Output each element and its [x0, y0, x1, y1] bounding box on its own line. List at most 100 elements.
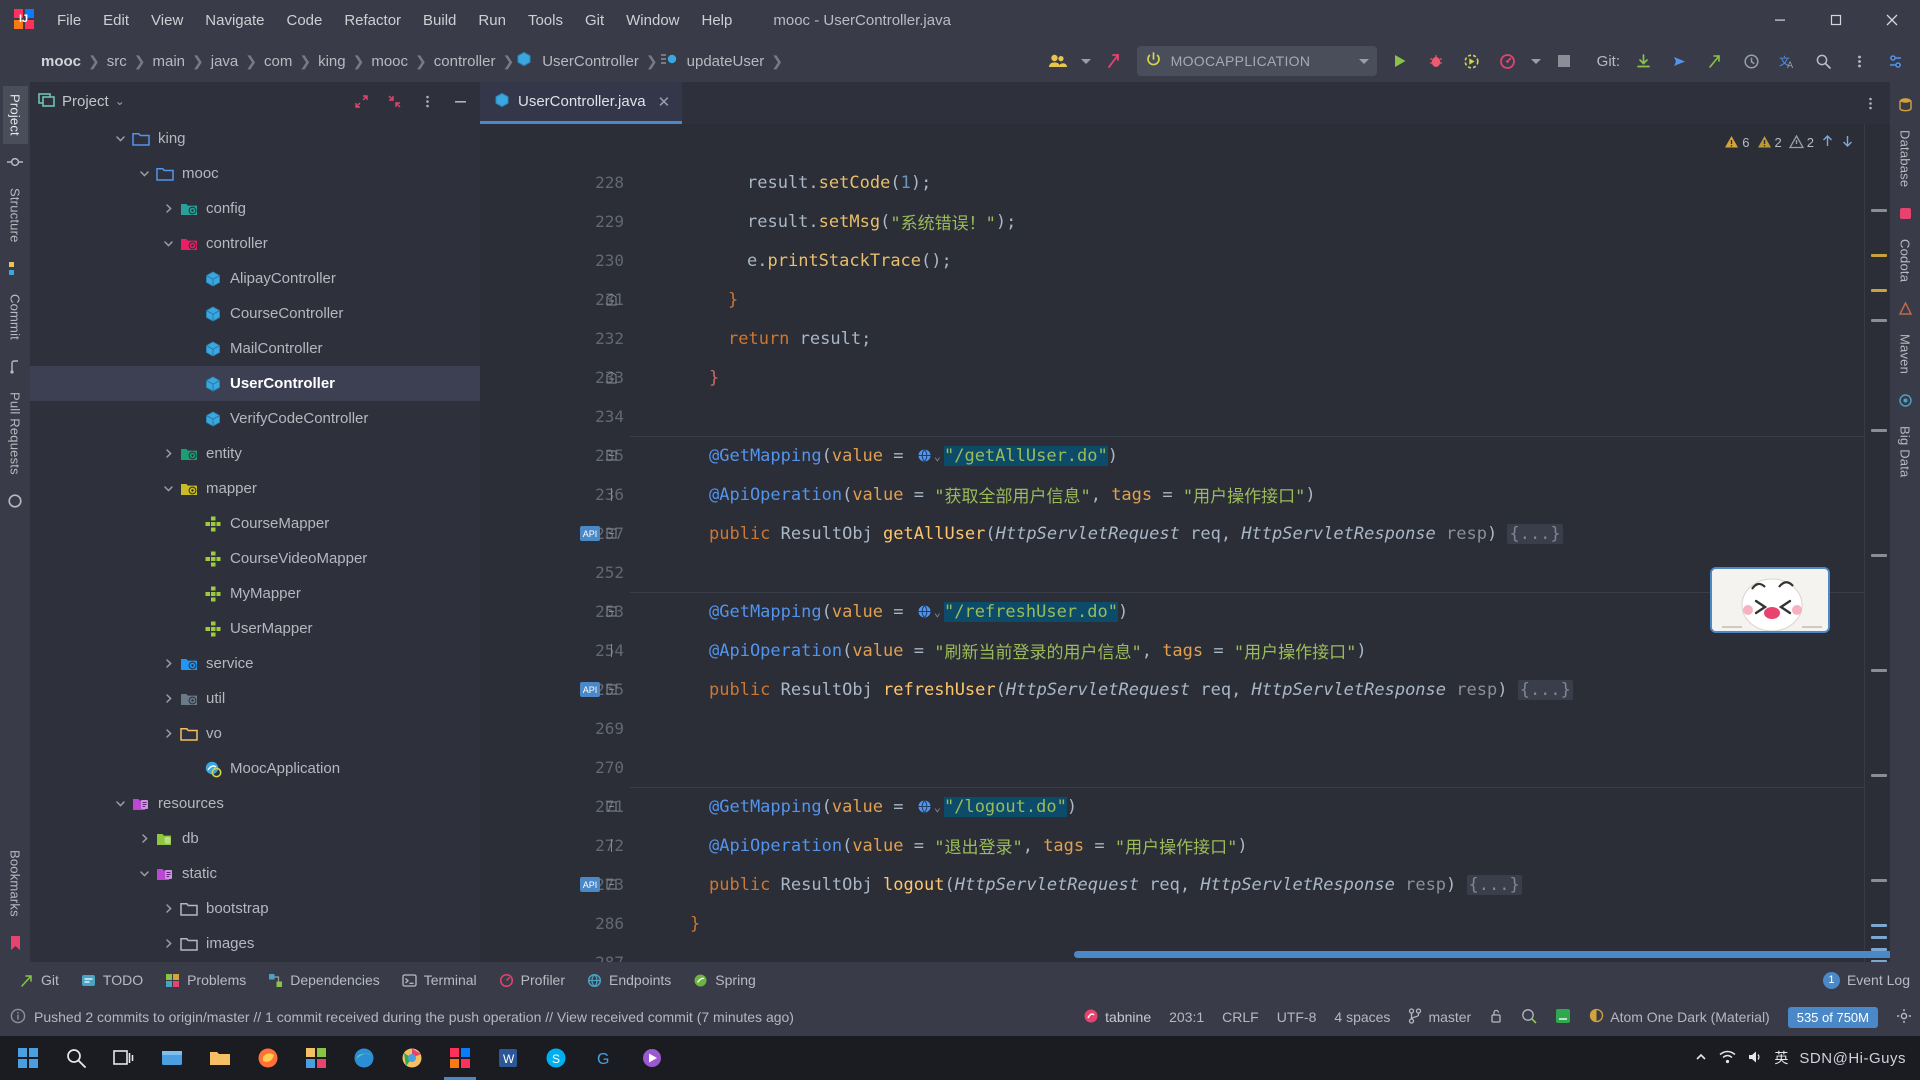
- task-view-icon[interactable]: [100, 1036, 148, 1080]
- tool-todo[interactable]: TODO: [72, 968, 152, 992]
- store-icon[interactable]: [292, 1036, 340, 1080]
- line-number[interactable]: 286: [480, 904, 630, 943]
- next-problem-icon[interactable]: [1841, 134, 1854, 151]
- code-line[interactable]: @GetMapping(value = ⌄ "/logout.do"): [630, 787, 1864, 826]
- translate-icon[interactable]: 文A: [1774, 48, 1800, 74]
- maximize-button[interactable]: [1808, 0, 1864, 40]
- settings-gear-icon[interactable]: [1882, 48, 1908, 74]
- line-number[interactable]: 287: [480, 943, 630, 962]
- sidebar-item-codota[interactable]: Codota: [1893, 231, 1918, 290]
- menu-help[interactable]: Help: [691, 8, 744, 33]
- api-endpoint-gutter-icon[interactable]: API: [580, 526, 600, 541]
- avatar-chevron-down-icon[interactable]: [1080, 58, 1091, 64]
- breadcrumb-updateuser[interactable]: updateUser: [682, 51, 770, 72]
- volume-icon[interactable]: [1747, 1050, 1763, 1067]
- code-line[interactable]: @ApiOperation(value = "刷新当前登录的用户信息", tag…: [630, 631, 1864, 670]
- bookmarks-rail-icon[interactable]: [4, 932, 26, 954]
- menu-refactor[interactable]: Refactor: [333, 8, 412, 33]
- profiler-icon[interactable]: [1495, 48, 1521, 74]
- tree-item-usercontroller[interactable]: UserController: [30, 366, 480, 401]
- branch-pointer-icon[interactable]: [1101, 48, 1127, 74]
- chevron-down-icon[interactable]: [134, 868, 154, 879]
- status-settings-icon[interactable]: [1896, 1008, 1912, 1027]
- api-endpoint-gutter-icon[interactable]: API: [580, 682, 600, 697]
- tabnine-mascot-overlay[interactable]: [1710, 567, 1830, 633]
- github-rail-icon[interactable]: [4, 490, 26, 512]
- code-line[interactable]: public ResultObj refreshUser(HttpServlet…: [630, 670, 1864, 709]
- editor-options-icon[interactable]: [1858, 91, 1882, 115]
- user-avatar-icon[interactable]: [1045, 48, 1071, 74]
- chevron-down-icon[interactable]: [158, 483, 178, 494]
- line-number[interactable]: 235: [480, 436, 630, 475]
- tree-item-coursecontroller[interactable]: CourseController: [30, 296, 480, 331]
- menu-build[interactable]: Build: [412, 8, 467, 33]
- url-mapping-globe-icon[interactable]: ⌄: [917, 604, 941, 619]
- chevron-right-icon[interactable]: [158, 658, 178, 669]
- tree-item-mymapper[interactable]: MyMapper: [30, 576, 480, 611]
- push-icon[interactable]: [1666, 48, 1692, 74]
- menu-file[interactable]: File: [46, 8, 92, 33]
- code-line[interactable]: }: [630, 280, 1864, 319]
- lock-icon[interactable]: [1489, 1008, 1503, 1027]
- code-fold-marker[interactable]: [605, 644, 618, 657]
- error-count[interactable]: 2: [1757, 135, 1782, 150]
- chevron-right-icon[interactable]: [158, 693, 178, 704]
- line-number[interactable]: 230: [480, 241, 630, 280]
- code-line[interactable]: @GetMapping(value = ⌄ "/refreshUser.do"): [630, 592, 1864, 631]
- chevron-right-icon[interactable]: [158, 448, 178, 459]
- line-number[interactable]: 229: [480, 202, 630, 241]
- run-with-coverage-icon[interactable]: [1459, 48, 1485, 74]
- tree-item-vo[interactable]: vo: [30, 716, 480, 751]
- code-line[interactable]: @GetMapping(value = ⌄ "/getAllUser.do"): [630, 436, 1864, 475]
- folder-icon[interactable]: [196, 1036, 244, 1080]
- commit-rail-icon[interactable]: [4, 151, 26, 173]
- git-branch-widget[interactable]: master: [1408, 1007, 1471, 1027]
- code-line[interactable]: }: [630, 904, 1864, 943]
- caret-position[interactable]: 203:1: [1169, 1009, 1204, 1025]
- code-line[interactable]: result. setCode(1);: [630, 163, 1864, 202]
- theme-widget[interactable]: Atom One Dark (Material): [1589, 1008, 1770, 1026]
- chevron-up-icon[interactable]: [1694, 1050, 1708, 1067]
- chevron-right-icon[interactable]: [158, 903, 178, 914]
- line-number[interactable]: 253: [480, 592, 630, 631]
- sidebar-item-maven[interactable]: Maven: [1893, 326, 1918, 382]
- line-number-gutter[interactable]: 227228229230231232233234235236237API2522…: [480, 124, 630, 962]
- run-icon[interactable]: [1387, 48, 1413, 74]
- tree-item-mapper[interactable]: mapper: [30, 471, 480, 506]
- project-scope-chevron-down-icon[interactable]: ⌄: [115, 94, 125, 108]
- line-number[interactable]: 273 API: [480, 865, 630, 904]
- warning-count[interactable]: 6: [1724, 135, 1750, 150]
- jetbrains-status-icon[interactable]: [1555, 1008, 1571, 1027]
- tree-item-alipaycontroller[interactable]: AlipayController: [30, 261, 480, 296]
- network-icon[interactable]: [1719, 1050, 1736, 1067]
- git-branch-icon[interactable]: [1702, 48, 1728, 74]
- expand-all-button[interactable]: [349, 89, 373, 113]
- line-number[interactable]: 269: [480, 709, 630, 748]
- breadcrumb-king[interactable]: king: [313, 51, 351, 72]
- tree-item-verifycodecontroller[interactable]: VerifyCodeController: [30, 401, 480, 436]
- code-fold-marker[interactable]: [605, 605, 618, 618]
- code-fold-marker[interactable]: [605, 488, 618, 501]
- line-separator[interactable]: CRLF: [1222, 1009, 1259, 1025]
- event-log-button[interactable]: 1 Event Log: [1822, 971, 1910, 989]
- code-line[interactable]: [630, 553, 1864, 592]
- tool-git[interactable]: Git: [10, 968, 68, 992]
- close-button[interactable]: [1864, 0, 1920, 40]
- chevron-right-icon[interactable]: [158, 938, 178, 949]
- line-number[interactable]: 255 API: [480, 670, 630, 709]
- line-number[interactable]: 234: [480, 397, 630, 436]
- hide-panel-button[interactable]: [448, 89, 472, 113]
- url-mapping-globe-icon[interactable]: ⌄: [917, 799, 941, 814]
- code-line[interactable]: [630, 748, 1864, 787]
- url-mapping-globe-icon[interactable]: ⌄: [917, 448, 941, 463]
- code-line[interactable]: public ResultObj getAllUser(HttpServletR…: [630, 514, 1864, 553]
- menu-edit[interactable]: Edit: [92, 8, 140, 33]
- sidebar-item-bookmarks[interactable]: Bookmarks: [3, 842, 28, 925]
- sidebar-item-project[interactable]: Project: [2, 86, 28, 144]
- sidebar-item-big-data[interactable]: Big Data: [1893, 418, 1918, 485]
- tool-problems[interactable]: Problems: [156, 968, 255, 992]
- menu-navigate[interactable]: Navigate: [194, 8, 275, 33]
- start-icon[interactable]: [4, 1036, 52, 1080]
- tree-item-util[interactable]: util: [30, 681, 480, 716]
- tree-item-usermapper[interactable]: UserMapper: [30, 611, 480, 646]
